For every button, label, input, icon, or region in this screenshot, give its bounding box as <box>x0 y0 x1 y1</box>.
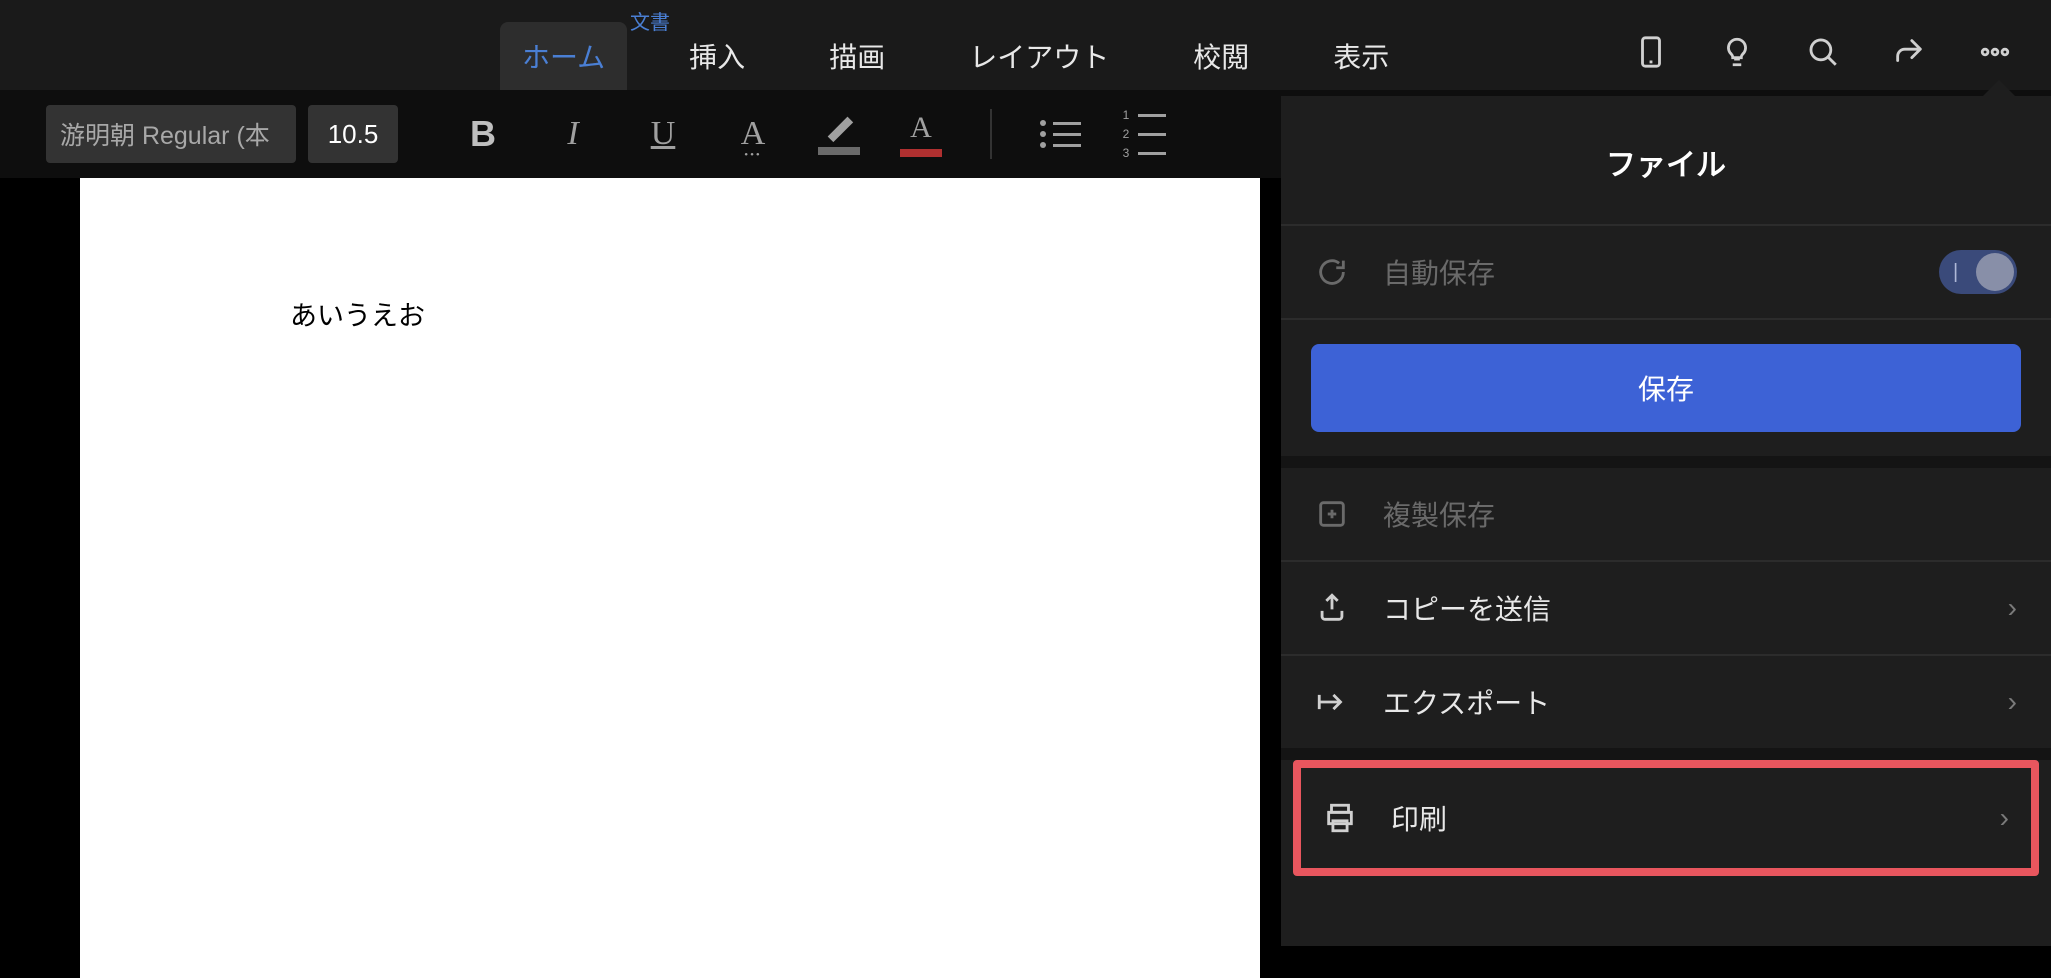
mobile-view-icon[interactable] <box>1633 34 1669 70</box>
tab-view[interactable]: 表示 <box>1311 22 1411 90</box>
print-label: 印刷 <box>1391 798 2000 838</box>
underline-button[interactable]: U <box>638 109 688 159</box>
numbered-list-button[interactable]: 1 2 3 <box>1121 108 1166 160</box>
tab-insert[interactable]: 挿入 <box>667 22 767 90</box>
export-label: エクスポート <box>1383 682 2008 722</box>
section-gap <box>1281 456 2051 468</box>
panel-arrow-indicator <box>1983 80 2015 96</box>
share-icon[interactable] <box>1891 34 1927 70</box>
autosave-row: 自動保存 | <box>1281 226 2051 318</box>
font-size-selector[interactable]: 10.5 <box>308 105 398 163</box>
header-actions <box>1633 34 2013 70</box>
bold-button[interactable]: B <box>458 109 508 159</box>
file-panel-title: ファイル <box>1281 96 2051 224</box>
print-row-highlight: 印刷 › <box>1293 760 2039 876</box>
highlight-swatch <box>818 147 860 155</box>
format-buttons: B I U A ••• A 1 2 3 <box>458 108 1166 160</box>
highlight-color-button[interactable] <box>818 113 860 155</box>
ellipsis-indicator: ••• <box>744 149 762 161</box>
font-color-button[interactable]: A <box>900 111 942 157</box>
section-gap <box>1281 748 2051 760</box>
font-family-selector[interactable]: 游明朝 Regular (本 <box>46 105 296 163</box>
font-color-swatch <box>900 149 942 157</box>
autosave-label: 自動保存 <box>1383 252 1939 292</box>
lightbulb-icon[interactable] <box>1719 34 1755 70</box>
send-copy-label: コピーを送信 <box>1383 588 2008 628</box>
toolbar-divider <box>990 109 992 159</box>
chevron-right-icon: › <box>2008 686 2017 718</box>
save-copy-row: 複製保存 <box>1281 468 2051 560</box>
tab-home[interactable]: ホーム <box>500 22 627 90</box>
printer-icon <box>1323 801 1357 835</box>
top-bar: 文書 ホーム 挿入 描画 レイアウト 校閲 表示 <box>0 0 2051 90</box>
italic-button[interactable]: I <box>548 109 598 159</box>
file-panel: ファイル 自動保存 | 保存 複製保存 コピーを送信 › エクスポート › <box>1281 96 2051 946</box>
duplicate-icon <box>1315 497 1349 531</box>
ribbon-tabs: ホーム 挿入 描画 レイアウト 校閲 表示 <box>500 22 1411 90</box>
tab-draw[interactable]: 描画 <box>807 22 907 90</box>
document-body-text[interactable]: あいうえお <box>290 294 1050 333</box>
export-icon <box>1315 685 1349 719</box>
font-effects-letter: A <box>741 115 766 153</box>
font-color-letter: A <box>910 111 932 145</box>
autosave-toggle[interactable]: | <box>1939 250 2017 294</box>
autosave-icon <box>1315 255 1349 289</box>
save-copy-label: 複製保存 <box>1383 494 2017 534</box>
search-icon[interactable] <box>1805 34 1841 70</box>
more-icon[interactable] <box>1977 34 2013 70</box>
save-button[interactable]: 保存 <box>1311 344 2021 432</box>
tab-layout[interactable]: レイアウト <box>947 22 1131 90</box>
chevron-right-icon: › <box>2008 592 2017 624</box>
tab-review[interactable]: 校閲 <box>1171 22 1271 90</box>
highlighter-icon <box>822 113 856 143</box>
bullet-list-button[interactable] <box>1040 120 1081 148</box>
chevron-right-icon: › <box>2000 802 2009 834</box>
font-effects-button[interactable]: A ••• <box>728 109 778 159</box>
document-page[interactable]: あいうえお <box>80 178 1260 978</box>
send-copy-row[interactable]: コピーを送信 › <box>1281 562 2051 654</box>
send-icon <box>1315 591 1349 625</box>
print-row[interactable]: 印刷 › <box>1301 768 2031 868</box>
export-row[interactable]: エクスポート › <box>1281 656 2051 748</box>
